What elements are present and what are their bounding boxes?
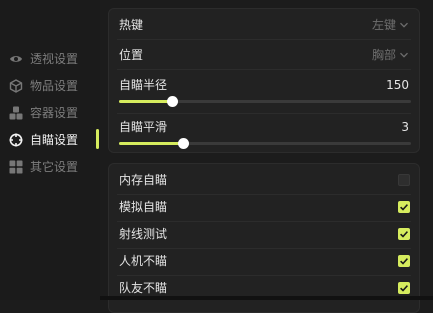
- toggle-label: 队友不瞄: [119, 281, 168, 295]
- slider-fill: [119, 100, 172, 103]
- aim-radius-label: 自瞄半径: [119, 78, 168, 92]
- bottom-edge: [100, 296, 433, 300]
- position-value: 胸部: [371, 48, 396, 62]
- sidebar-item-label: 物品设置: [30, 79, 79, 93]
- ignore-bots-checkbox[interactable]: [398, 255, 410, 267]
- divider: [117, 194, 411, 195]
- aim-toggles-panel: 内存自瞄 模拟自瞄 射线测试 人机不瞄 队友不瞄: [108, 163, 420, 313]
- aim-smooth-label: 自瞄平滑: [119, 120, 168, 134]
- simulated-aim-checkbox[interactable]: [398, 201, 410, 213]
- active-indicator: [96, 129, 99, 149]
- divider: [117, 113, 411, 114]
- divider: [117, 248, 411, 249]
- boxes-icon: [9, 106, 23, 120]
- slider-handle[interactable]: [166, 96, 178, 107]
- aim-settings-panel: 热键 左键 位置 胸部 自瞄半径 150 自瞄平滑 3: [108, 8, 420, 153]
- sidebar-item-other[interactable]: 其它设置: [0, 155, 100, 179]
- sidebar-item-aimbot[interactable]: 自瞄设置: [0, 128, 100, 152]
- toggle-label: 内存自瞄: [119, 173, 168, 187]
- toggle-label: 射线测试: [119, 227, 168, 241]
- raycast-test-checkbox[interactable]: [398, 228, 410, 240]
- sidebar-item-label: 其它设置: [30, 160, 79, 174]
- slider-handle[interactable]: [178, 138, 190, 149]
- check-icon: [400, 231, 408, 238]
- check-icon: [400, 258, 408, 265]
- hotkey-value: 左键: [371, 18, 396, 32]
- chevron-down-icon: [400, 52, 408, 58]
- position-label: 位置: [119, 48, 144, 62]
- divider: [117, 69, 411, 70]
- aim-radius-value: 150: [386, 78, 409, 92]
- aim-smooth-value: 3: [401, 120, 409, 134]
- aim-smooth-slider[interactable]: [119, 138, 411, 149]
- sidebar-item-esp[interactable]: 透视设置: [0, 47, 100, 71]
- sidebar-item-label: 透视设置: [30, 52, 79, 66]
- memory-aim-checkbox[interactable]: [398, 174, 410, 186]
- divider: [117, 221, 411, 222]
- sidebar-item-label: 容器设置: [30, 106, 79, 120]
- ignore-teammates-checkbox[interactable]: [398, 282, 410, 294]
- check-icon: [400, 285, 408, 292]
- hotkey-dropdown[interactable]: 左键: [372, 17, 409, 33]
- aim-radius-slider[interactable]: [119, 96, 411, 107]
- cube-icon: [9, 79, 23, 93]
- toggle-label: 人机不瞄: [119, 254, 168, 268]
- divider: [117, 39, 411, 40]
- chevron-down-icon: [400, 22, 408, 28]
- check-icon: [400, 204, 408, 211]
- slider-fill: [119, 142, 184, 145]
- position-dropdown[interactable]: 胸部: [372, 47, 409, 63]
- toggle-label: 模拟自瞄: [119, 200, 168, 214]
- sidebar-item-label: 自瞄设置: [30, 133, 79, 147]
- crosshair-icon: [9, 133, 23, 147]
- sidebar-item-containers[interactable]: 容器设置: [0, 101, 100, 125]
- sidebar-item-items[interactable]: 物品设置: [0, 74, 100, 98]
- divider: [117, 275, 411, 276]
- eye-icon: [10, 56, 22, 62]
- grid-icon: [9, 160, 23, 174]
- hotkey-label: 热键: [119, 18, 144, 32]
- sidebar: 透视设置 物品设置 容器设置 自瞄设置 其它设置: [0, 0, 100, 300]
